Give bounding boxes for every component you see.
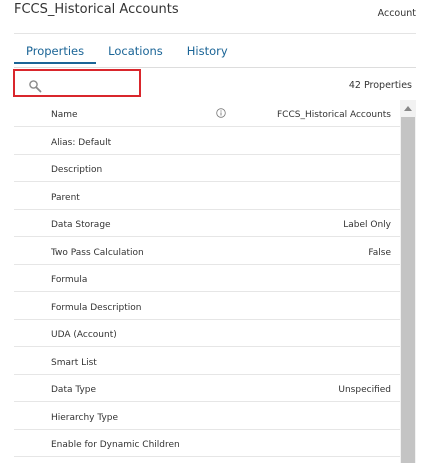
property-row[interactable]: Smart List [14, 348, 400, 375]
property-value: Unspecified [338, 385, 391, 395]
tab-properties[interactable]: Properties [14, 43, 97, 64]
vertical-scrollbar[interactable] [400, 100, 416, 463]
property-count: 42 Properties [348, 80, 412, 91]
property-row[interactable]: Data Type Unspecified [14, 375, 400, 402]
header-divider [14, 33, 416, 34]
search-icon [29, 80, 42, 93]
tab-history[interactable]: History [175, 43, 240, 64]
scroll-up-arrow-icon[interactable] [404, 106, 412, 111]
property-value: FCCS_Historical Accounts [276, 110, 391, 120]
member-type-label: Account [377, 8, 416, 19]
property-row[interactable]: Parent [14, 183, 400, 210]
tab-locations[interactable]: Locations [96, 43, 175, 64]
property-name: Name [51, 110, 78, 120]
property-row[interactable]: Name FCCS_Historical Accounts [14, 100, 400, 127]
property-value: Label Only [343, 220, 391, 230]
panel-header: FCCS_Historical Accounts Account [0, 0, 430, 34]
property-row[interactable]: Formula [14, 265, 400, 292]
member-title: FCCS_Historical Accounts [14, 2, 179, 17]
property-name: Formula Description [51, 302, 142, 313]
property-row[interactable]: Formula Description [14, 293, 400, 320]
property-search-box[interactable] [13, 69, 141, 97]
property-row[interactable]: Alias: Default [14, 128, 400, 155]
property-row[interactable]: Two Pass Calculation False [14, 238, 400, 265]
property-name: Description [51, 165, 103, 175]
property-name: UDA (Account) [51, 330, 117, 340]
property-row[interactable]: Hierarchy Type [14, 403, 400, 430]
property-row[interactable]: Data Storage Label Only [14, 210, 400, 237]
property-row[interactable]: Enable for Dynamic Children [14, 430, 400, 457]
property-name: Two Pass Calculation [51, 247, 144, 258]
property-name: Parent [51, 192, 80, 203]
property-name: Enable for Dynamic Children [51, 440, 180, 450]
property-name: Smart List [51, 357, 97, 368]
info-icon[interactable] [216, 108, 226, 118]
properties-grid: Name FCCS_Historical Accounts Alias: Defau… [14, 100, 416, 463]
property-value: False [368, 247, 391, 258]
tab-bar: Properties Locations History [14, 43, 240, 67]
property-row[interactable]: Description [14, 155, 400, 182]
scrollbar-thumb[interactable] [401, 117, 415, 463]
property-name: Data Storage [51, 220, 111, 230]
property-name: Data Type [51, 385, 97, 395]
property-name: Alias: Default [51, 137, 112, 148]
tabs-divider [14, 67, 416, 68]
property-name: Formula [51, 275, 88, 285]
property-row[interactable]: UDA (Account) [14, 320, 400, 347]
property-name: Hierarchy Type [51, 412, 119, 423]
